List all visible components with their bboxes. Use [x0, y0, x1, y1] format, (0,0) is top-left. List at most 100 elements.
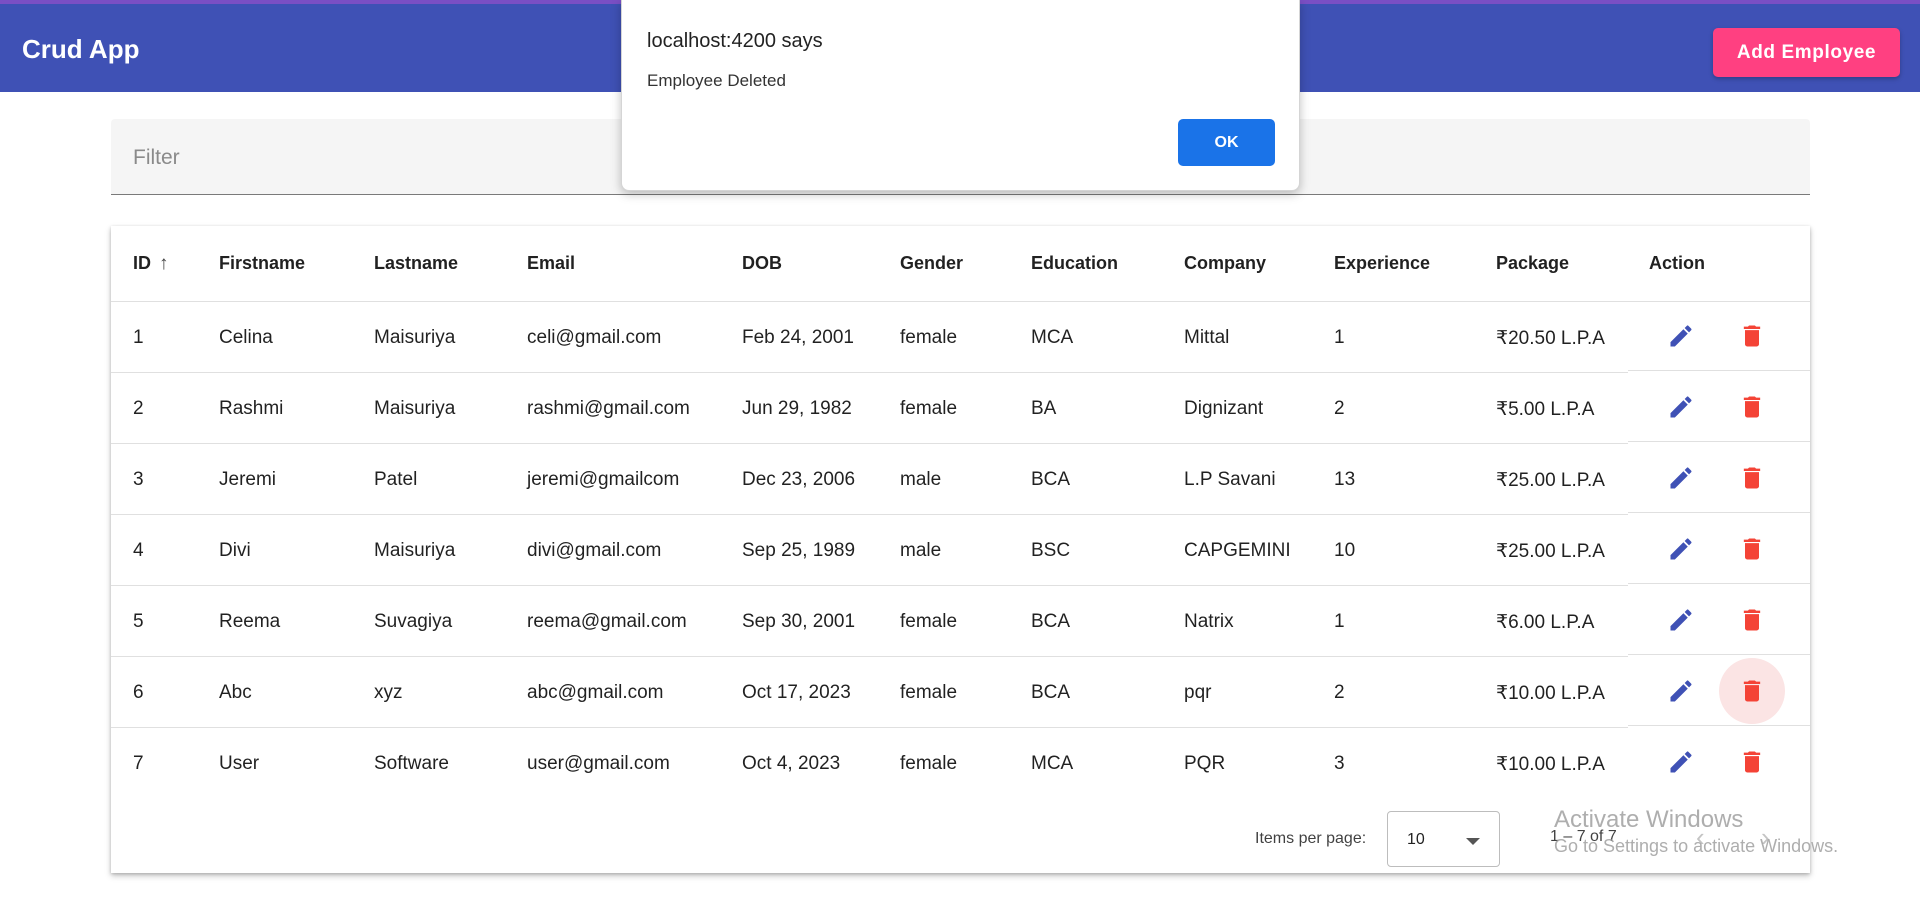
delete-button[interactable] — [1728, 596, 1776, 644]
column-header-company[interactable]: Company — [1184, 253, 1266, 274]
table-header-row: ID ↑ Firstname Lastname Email DOB Gender… — [111, 226, 1810, 302]
cell-lastname: xyz — [374, 682, 403, 703]
cell-education: BCA — [1031, 611, 1071, 632]
page-size-select[interactable]: 10 — [1387, 811, 1500, 867]
cell-education: MCA — [1031, 327, 1074, 348]
cell-experience: 10 — [1334, 540, 1356, 561]
cell-company: PQR — [1184, 753, 1226, 774]
trash-icon — [1743, 680, 1761, 702]
delete-button[interactable] — [1728, 738, 1776, 786]
column-header-lastname[interactable]: Lastname — [374, 253, 458, 274]
cell-id: 4 — [133, 540, 144, 561]
pencil-icon — [1670, 396, 1692, 418]
delete-button[interactable] — [1719, 658, 1785, 724]
cell-education: BCA — [1031, 682, 1071, 703]
app-title: Crud App — [22, 34, 140, 64]
cell-company: pqr — [1184, 682, 1212, 703]
pencil-icon — [1670, 609, 1692, 631]
cell-email: divi@gmail.com — [527, 540, 662, 561]
cell-firstname: Abc — [219, 682, 252, 703]
add-employee-button[interactable]: Add Employee — [1713, 28, 1900, 77]
employee-table-card: ID ↑ Firstname Lastname Email DOB Gender… — [111, 226, 1810, 873]
edit-button[interactable] — [1657, 383, 1705, 431]
watermark-title: Activate Windows — [1554, 806, 1744, 833]
table-row: 6 Abc xyz abc@gmail.com Oct 17, 2023 female BC… — [111, 657, 1810, 728]
column-header-firstname[interactable]: Firstname — [219, 253, 305, 274]
cell-gender: male — [900, 469, 942, 490]
cell-dob: Oct 17, 2023 — [742, 682, 851, 703]
column-header-experience[interactable]: Experience — [1334, 253, 1430, 274]
cell-gender: male — [900, 540, 942, 561]
trash-icon — [1743, 396, 1761, 418]
delete-button[interactable] — [1728, 454, 1776, 502]
edit-button[interactable] — [1657, 596, 1705, 644]
cell-id: 1 — [133, 327, 144, 348]
cell-package: ₹10.00 L.P.A — [1496, 683, 1605, 704]
pencil-icon — [1670, 680, 1692, 702]
cell-package: ₹25.00 L.P.A — [1496, 541, 1605, 562]
watermark-subtitle: Go to Settings to activate Windows. — [1554, 836, 1839, 856]
table-row: 5 Reema Suvagiya reema@gmail.com Sep 30, 200… — [111, 586, 1810, 657]
cell-gender: female — [900, 753, 958, 774]
page-size-value: 10 — [1407, 831, 1425, 848]
cell-experience: 2 — [1334, 682, 1345, 703]
pencil-icon — [1670, 325, 1692, 347]
edit-button[interactable] — [1657, 667, 1705, 715]
cell-gender: female — [900, 682, 958, 703]
column-header-education[interactable]: Education — [1031, 253, 1118, 274]
column-header-gender[interactable]: Gender — [900, 253, 963, 274]
pencil-icon — [1670, 538, 1692, 560]
cell-dob: Sep 30, 2001 — [742, 611, 856, 632]
cell-dob: Jun 29, 1982 — [742, 398, 852, 419]
edit-button[interactable] — [1657, 738, 1705, 786]
delete-button[interactable] — [1728, 525, 1776, 573]
cell-firstname: User — [219, 753, 260, 774]
table-row: 4 Divi Maisuriya divi@gmail.com Sep 25, 1989… — [111, 515, 1810, 586]
cell-experience: 1 — [1334, 611, 1345, 632]
cell-id: 3 — [133, 469, 144, 490]
cell-lastname: Suvagiya — [374, 611, 453, 632]
alert-dialog: localhost:4200 says Employee Deleted OK — [621, 0, 1300, 191]
column-header-package[interactable]: Package — [1496, 253, 1569, 274]
arrow-up-icon: ↑ — [159, 253, 169, 274]
cell-experience: 2 — [1334, 398, 1345, 419]
dialog-title: localhost:4200 says — [647, 30, 823, 52]
dropdown-arrow-icon — [1466, 838, 1480, 845]
delete-button[interactable] — [1728, 312, 1776, 360]
dialog-ok-button[interactable]: OK — [1178, 119, 1275, 166]
pencil-icon — [1670, 467, 1692, 489]
cell-lastname: Maisuriya — [374, 398, 456, 419]
edit-button[interactable] — [1657, 525, 1705, 573]
delete-button[interactable] — [1728, 383, 1776, 431]
column-header-email[interactable]: Email — [527, 253, 575, 274]
column-header-id[interactable]: ID — [133, 253, 151, 274]
cell-company: L.P Savani — [1184, 469, 1276, 490]
cell-id: 7 — [133, 753, 144, 774]
column-header-action: Action — [1649, 253, 1705, 273]
cell-package: ₹10.00 L.P.A — [1496, 754, 1605, 775]
cell-package: ₹5.00 L.P.A — [1496, 399, 1595, 420]
edit-button[interactable] — [1657, 312, 1705, 360]
row-divider — [1628, 370, 1810, 371]
table-row: 7 User Software user@gmail.com Oct 4, 2023 fe… — [111, 728, 1810, 799]
cell-lastname: Software — [374, 753, 449, 774]
cell-experience: 13 — [1334, 469, 1356, 490]
cell-education: MCA — [1031, 753, 1074, 774]
trash-icon — [1743, 467, 1761, 489]
cell-gender: female — [900, 327, 958, 348]
cell-company: Mittal — [1184, 327, 1230, 348]
cell-education: BSC — [1031, 540, 1071, 561]
row-divider — [1628, 725, 1810, 726]
edit-button[interactable] — [1657, 454, 1705, 502]
cell-dob: Feb 24, 2001 — [742, 327, 854, 348]
cell-id: 6 — [133, 682, 144, 703]
cell-gender: female — [900, 611, 958, 632]
cell-company: CAPGEMINI — [1184, 540, 1291, 561]
cell-email: jeremi@gmailcom — [527, 469, 680, 490]
cell-gender: female — [900, 398, 958, 419]
cell-dob: Dec 23, 2006 — [742, 469, 856, 490]
trash-icon — [1743, 751, 1761, 773]
column-header-dob[interactable]: DOB — [742, 253, 782, 274]
cell-email: abc@gmail.com — [527, 682, 664, 703]
cell-firstname: Rashmi — [219, 398, 284, 419]
